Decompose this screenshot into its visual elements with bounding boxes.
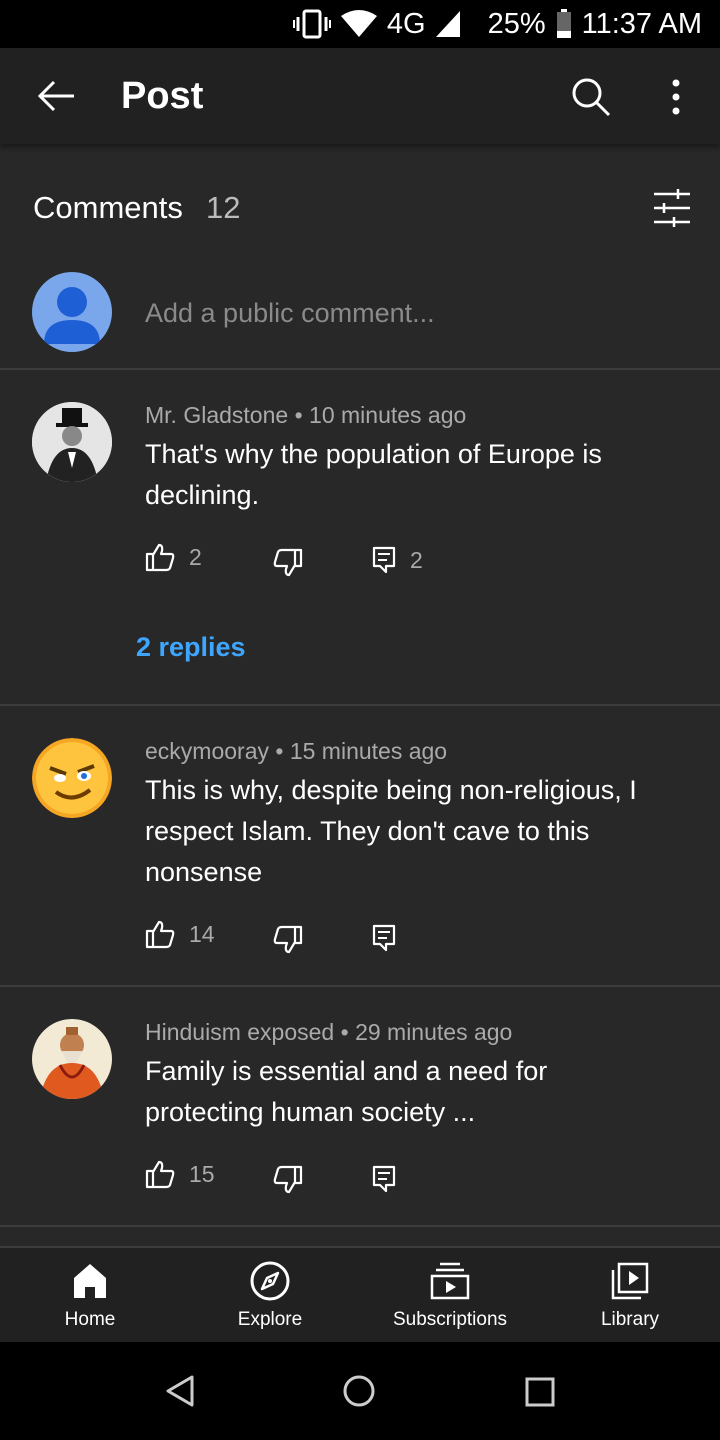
like-count: 15 <box>189 1160 215 1187</box>
like-button[interactable]: 14 <box>145 919 215 949</box>
like-count: 2 <box>189 543 202 570</box>
nav-label: Library <box>600 1309 660 1330</box>
system-home-icon[interactable] <box>342 1374 376 1408</box>
reply-button[interactable]: 2 <box>372 546 423 574</box>
reply-button[interactable] <box>372 924 410 952</box>
comment-author[interactable]: Mr. Gladstone <box>145 402 288 428</box>
nav-home[interactable]: Home <box>0 1248 180 1344</box>
dislike-button[interactable] <box>273 925 303 955</box>
sort-filter-icon[interactable] <box>652 188 692 228</box>
commenter-avatar[interactable] <box>32 402 112 482</box>
comment-item: Hinduism exposed • 29 minutes ago Family… <box>0 987 720 1225</box>
comment-text: Family is essential and a need for prote… <box>145 1056 548 1127</box>
divider <box>0 1225 720 1227</box>
meta-separator: • <box>275 738 284 764</box>
add-comment-input[interactable]: Add a public comment... <box>145 296 435 330</box>
nav-explore[interactable]: Explore <box>180 1248 360 1344</box>
comment-meta: eckymooray • 15 minutes ago <box>145 736 447 766</box>
clock: 11:37 AM <box>581 7 702 40</box>
vibrate-icon <box>292 9 331 39</box>
comment-time: 10 minutes ago <box>309 402 467 428</box>
like-button[interactable]: 2 <box>145 542 202 572</box>
comment-text: That's why the population of Europe is d… <box>145 439 602 510</box>
nav-label: Explore <box>237 1309 303 1330</box>
nav-library[interactable]: Library <box>540 1248 720 1344</box>
comments-header: Comments 12 Add a public comment... <box>0 144 720 369</box>
reply-comment-icon <box>372 546 396 574</box>
commenter-avatar[interactable] <box>32 1019 112 1099</box>
comment-author[interactable]: Hinduism exposed <box>145 1019 334 1045</box>
comment-text: This is why, despite being non-religious… <box>145 775 637 887</box>
status-bar: 4G 25% 11:37 AM <box>0 0 720 48</box>
system-recents-icon[interactable] <box>525 1377 555 1407</box>
home-icon <box>74 1264 106 1298</box>
battery-percent: 25% <box>487 7 546 40</box>
view-replies-link[interactable]: 2 replies <box>136 632 246 663</box>
comments-title: Comments <box>33 190 183 225</box>
dislike-button[interactable] <box>273 1165 303 1195</box>
comment-meta: Mr. Gladstone • 10 minutes ago <box>145 400 466 430</box>
comment-author[interactable]: eckymooray <box>145 738 269 764</box>
back-arrow-icon[interactable] <box>34 74 78 118</box>
thumb-up-icon <box>145 920 175 949</box>
system-navigation-bar <box>0 1342 720 1440</box>
thumb-up-icon <box>145 1160 175 1189</box>
comment-item: Mr. Gladstone • 10 minutes ago That's wh… <box>0 370 720 704</box>
system-back-icon[interactable] <box>164 1374 196 1408</box>
comment-time: 29 minutes ago <box>355 1019 513 1045</box>
library-icon <box>611 1262 649 1300</box>
page-title: Post <box>121 75 204 117</box>
user-avatar[interactable] <box>32 272 112 352</box>
explore-icon <box>250 1261 290 1301</box>
nav-label: Home <box>64 1309 116 1330</box>
account-icon <box>44 287 100 344</box>
thumb-down-icon <box>273 925 303 954</box>
battery-icon <box>556 9 571 38</box>
reply-comment-icon <box>372 1165 396 1193</box>
reply-button[interactable] <box>372 1165 410 1193</box>
commenter-avatar[interactable] <box>32 738 112 818</box>
dislike-button[interactable] <box>273 548 303 578</box>
network-type: 4G <box>386 7 426 40</box>
thumb-down-icon <box>273 1165 303 1194</box>
cell-signal-icon <box>435 11 460 37</box>
comment-meta: Hinduism exposed • 29 minutes ago <box>145 1017 512 1047</box>
comments-count: 12 <box>206 190 241 225</box>
meta-separator: • <box>340 1019 349 1045</box>
meta-separator: • <box>294 402 303 428</box>
thumb-down-icon <box>273 548 303 577</box>
like-count: 14 <box>189 920 215 947</box>
nav-label: Subscriptions <box>392 1309 508 1330</box>
like-button[interactable]: 15 <box>145 1159 215 1189</box>
nav-subscriptions[interactable]: Subscriptions <box>360 1248 540 1344</box>
search-icon[interactable] <box>570 76 612 118</box>
bottom-navigation: Home Explore Subscriptions Library <box>0 1246 720 1342</box>
comment-time: 15 minutes ago <box>289 738 448 764</box>
app-bar: Post <box>0 48 720 144</box>
reply-comment-icon <box>372 924 396 952</box>
thumb-up-icon <box>145 543 175 572</box>
more-vert-icon[interactable] <box>662 76 690 118</box>
wifi-icon <box>340 10 377 37</box>
subscriptions-icon <box>430 1262 470 1300</box>
comment-item: eckymooray • 15 minutes ago This is why,… <box>0 706 720 985</box>
reply-count: 2 <box>410 546 423 573</box>
